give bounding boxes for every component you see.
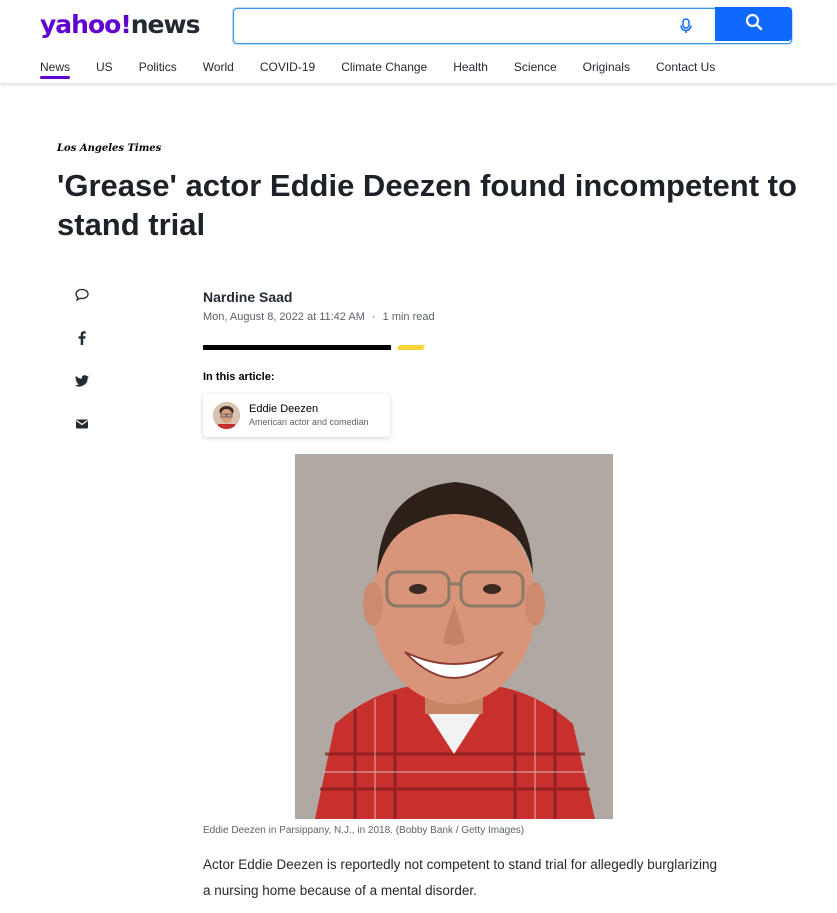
comment-icon[interactable] [72,285,92,305]
search-input[interactable] [233,8,792,44]
nav-world[interactable]: World [203,60,234,80]
nav-science[interactable]: Science [514,60,557,80]
entity-name: Eddie Deezen [249,403,319,415]
main-nav: News US Politics World COVID-19 Climate … [40,60,741,80]
nav-politics[interactable]: Politics [139,60,177,80]
logo-yahoo: yahoo! [40,10,132,39]
accent-bar [203,345,391,350]
source-logo[interactable]: Los Angeles Times [57,143,161,154]
photo-caption: Eddie Deezen in Parsippany, N.J., in 201… [203,825,525,836]
nav-us[interactable]: US [96,60,113,80]
search-button[interactable] [715,7,792,41]
article-body: Actor Eddie Deezen is reportedly not com… [203,857,718,898]
publish-date: Mon, August 8, 2022 at 11:42 AM [203,311,365,323]
article-headline: 'Grease' actor Eddie Deezen found incomp… [57,168,797,242]
nav-climate-change[interactable]: Climate Change [341,60,427,80]
site-header: yahoo!news News US Politics World COVID-… [0,0,837,83]
search-icon [745,13,763,36]
read-time: 1 min read [382,311,435,323]
meta-separator: · [371,311,376,323]
facebook-icon[interactable] [72,328,92,348]
nav-covid[interactable]: COVID-19 [260,60,315,80]
yahoo-news-logo[interactable]: yahoo!news [40,9,201,41]
entity-description: American actor and comedian [249,417,369,427]
nav-originals[interactable]: Originals [583,60,630,80]
nav-news[interactable]: News [40,60,71,80]
email-icon[interactable] [72,414,92,434]
author-name[interactable]: Nardine Saad [203,289,292,305]
article-meta: Mon, August 8, 2022 at 11:42 AM · 1 min … [203,311,435,323]
avatar [213,402,240,429]
article-photo [295,454,613,819]
nav-health[interactable]: Health [453,60,488,80]
logo-news: news [130,10,201,39]
nav-contact-us[interactable]: Contact Us [656,60,715,80]
twitter-icon[interactable] [72,371,92,391]
accent-bar-yellow [397,345,425,350]
entity-card[interactable]: Eddie Deezen American actor and comedian [203,394,390,437]
in-this-article-label: In this article: [203,371,275,383]
microphone-icon[interactable] [676,16,696,36]
